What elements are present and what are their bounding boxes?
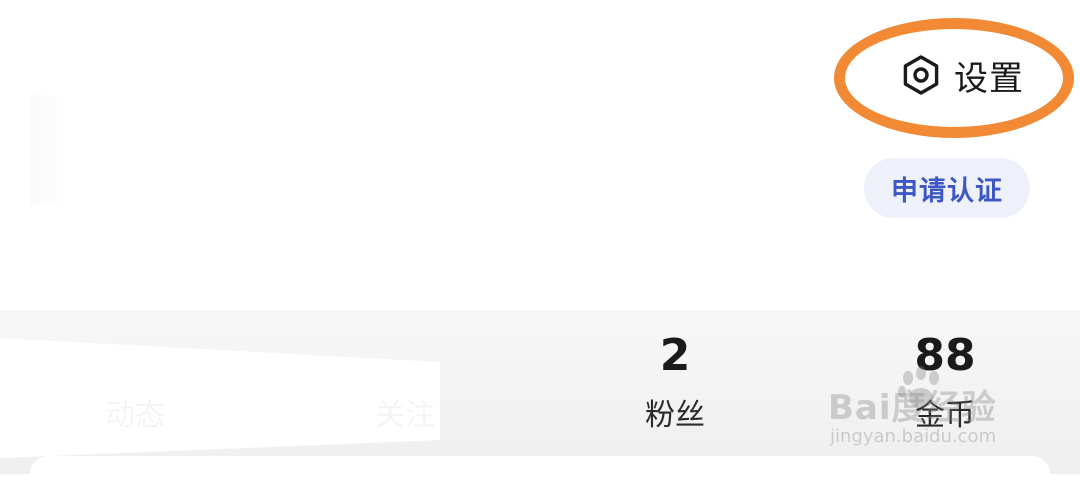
stat-coins-value: 88 (914, 330, 976, 381)
stat-fans-label: 粉丝 (645, 398, 705, 433)
settings-label: 设置 (954, 58, 1024, 99)
stat-coins[interactable]: 88 金币 (855, 330, 1035, 434)
stat-fans-value: 2 (659, 330, 691, 381)
avatar-placeholder (30, 95, 70, 205)
stat-coins-label: 金币 (915, 398, 975, 433)
stat-fans[interactable]: 2 粉丝 (585, 330, 765, 434)
apply-verification-button[interactable]: 申请认证 (864, 158, 1030, 218)
settings-icon (903, 55, 939, 95)
profile-header (0, 0, 1080, 310)
content-card-edge (30, 456, 1050, 486)
settings-button[interactable]: 设置 (900, 48, 1024, 102)
